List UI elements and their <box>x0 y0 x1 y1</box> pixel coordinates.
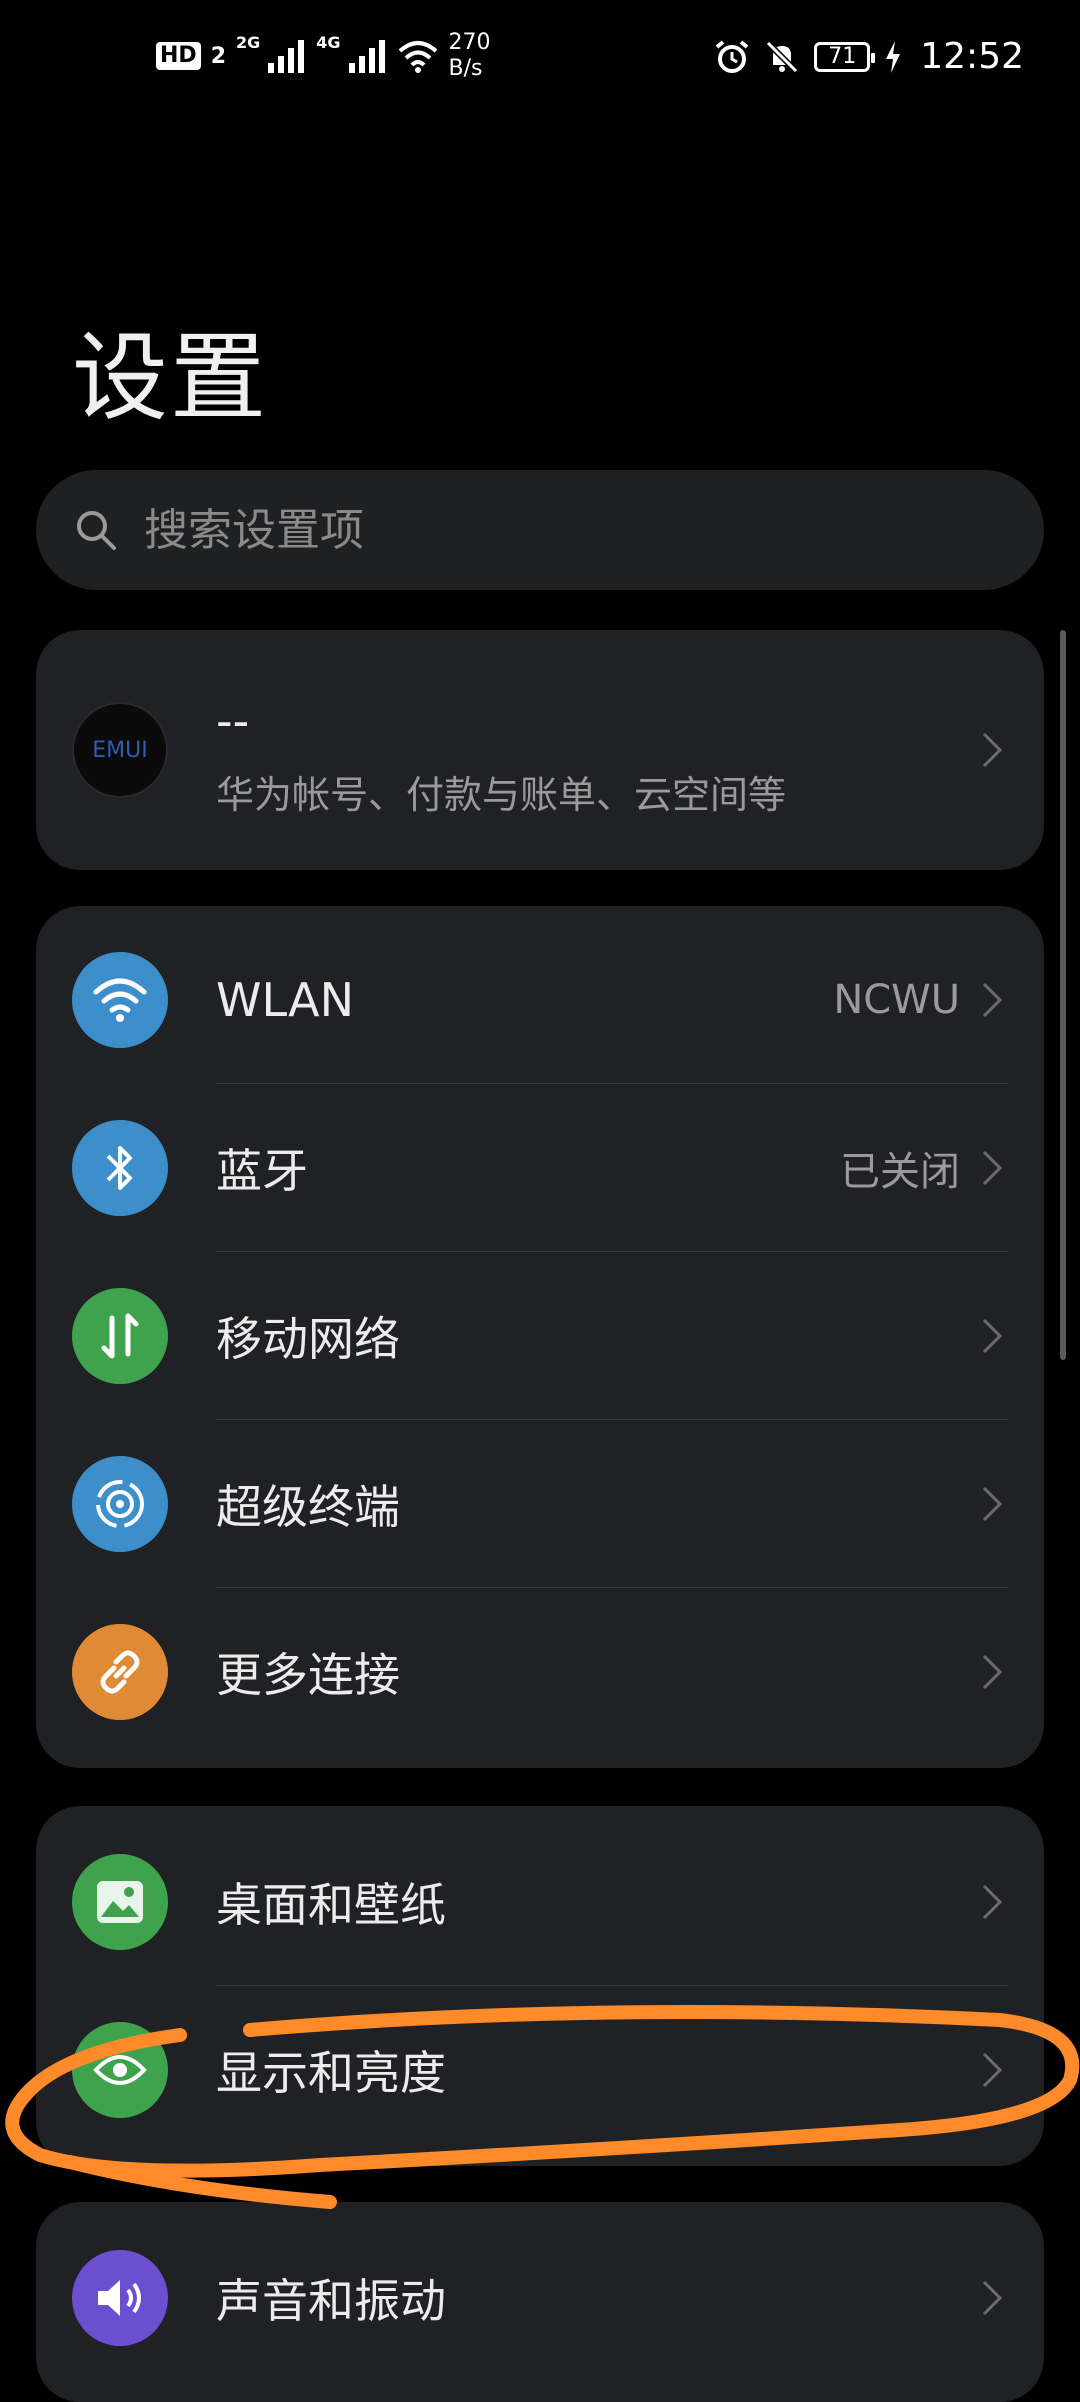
settings-item-value: 已关闭 <box>840 1149 960 1195</box>
settings-item-display-brightness[interactable]: 显示和亮度 <box>36 1986 1044 2154</box>
settings-item-home-wallpaper[interactable]: 桌面和壁纸 <box>36 1818 1044 1986</box>
speed-value: 270 <box>448 30 491 55</box>
wifi-icon <box>72 952 168 1048</box>
sim-number: 2 <box>210 43 226 69</box>
chevron-right-icon <box>982 982 1003 1018</box>
alarm-icon <box>715 39 749 73</box>
chevron-right-icon <box>982 732 1003 768</box>
speed-unit: B/s <box>448 56 483 81</box>
search-bar[interactable] <box>36 470 1044 590</box>
sound-card: 声音和振动 <box>36 2202 1044 2402</box>
bluetooth-icon <box>72 1120 168 1216</box>
status-left: HD 2 2G 4G 270 B/s <box>156 30 491 82</box>
settings-item-wlan[interactable]: WLAN NCWU <box>36 916 1044 1084</box>
network-type-2: 4G <box>316 32 341 52</box>
super-device-icon <box>72 1456 168 1552</box>
account-name: -- <box>216 694 250 748</box>
eye-icon <box>72 2022 168 2118</box>
settings-item-label: 显示和亮度 <box>216 2046 446 2100</box>
charging-icon <box>886 40 901 73</box>
battery-level: 71 <box>828 44 857 69</box>
account-card[interactable]: EMUI -- 华为帐号、付款与账单、云空间等 <box>36 630 1044 870</box>
mobile-data-icon <box>72 1288 168 1384</box>
settings-item-label: 超级终端 <box>216 1480 400 1534</box>
settings-item-sound-vibration[interactable]: 声音和振动 <box>36 2214 1044 2382</box>
account-subtitle: 华为帐号、付款与账单、云空间等 <box>216 773 787 817</box>
settings-item-value: NCWU <box>833 977 960 1023</box>
settings-item-bluetooth[interactable]: 蓝牙 已关闭 <box>36 1084 1044 1252</box>
status-right: 71 12:52 <box>714 36 1024 77</box>
settings-item-label: 声音和振动 <box>216 2274 446 2328</box>
image-icon <box>72 1854 168 1950</box>
chevron-right-icon <box>982 1150 1003 1186</box>
network-type-1: 2G <box>236 32 261 52</box>
display-card: 桌面和壁纸 显示和亮度 <box>36 1806 1044 2166</box>
settings-item-more-connections[interactable]: 更多连接 <box>36 1588 1044 1756</box>
settings-item-super-device[interactable]: 超级终端 <box>36 1420 1044 1588</box>
chevron-right-icon <box>982 1654 1003 1690</box>
settings-item-label: 移动网络 <box>216 1312 400 1366</box>
settings-item-label: 桌面和壁纸 <box>216 1878 446 1932</box>
status-bar: HD 2 2G 4G 270 B/s 71 12:52 <box>0 0 1080 120</box>
chevron-right-icon <box>982 1486 1003 1522</box>
chevron-right-icon <box>982 1884 1003 1920</box>
search-input[interactable] <box>142 503 946 557</box>
settings-item-mobile-network[interactable]: 移动网络 <box>36 1252 1044 1420</box>
mute-bell-icon <box>766 40 799 73</box>
chevron-right-icon <box>982 2280 1003 2316</box>
search-icon <box>77 511 116 550</box>
network-speed: 270 B/s <box>449 30 491 82</box>
settings-item-label: 蓝牙 <box>216 1144 308 1198</box>
signal-icon <box>268 40 305 73</box>
avatar: EMUI <box>72 702 168 798</box>
wifi-status-icon <box>398 41 437 73</box>
link-icon <box>72 1624 168 1720</box>
page-title: 设置 <box>72 322 268 434</box>
settings-item-label: WLAN <box>216 973 355 1027</box>
account-row[interactable]: EMUI -- 华为帐号、付款与账单、云空间等 <box>36 630 1044 870</box>
clock: 12:52 <box>920 36 1024 77</box>
chevron-right-icon <box>982 2052 1003 2088</box>
signal-icon <box>348 40 385 73</box>
hd-badge: HD <box>156 42 201 70</box>
scrollbar[interactable] <box>1060 630 1066 1360</box>
connectivity-card: WLAN NCWU 蓝牙 已关闭 移动网络 超级终端 更多连接 <box>36 906 1044 1768</box>
settings-item-label: 更多连接 <box>216 1648 400 1702</box>
chevron-right-icon <box>982 1318 1003 1354</box>
speaker-icon <box>72 2250 168 2346</box>
battery-indicator: 71 <box>814 41 876 72</box>
